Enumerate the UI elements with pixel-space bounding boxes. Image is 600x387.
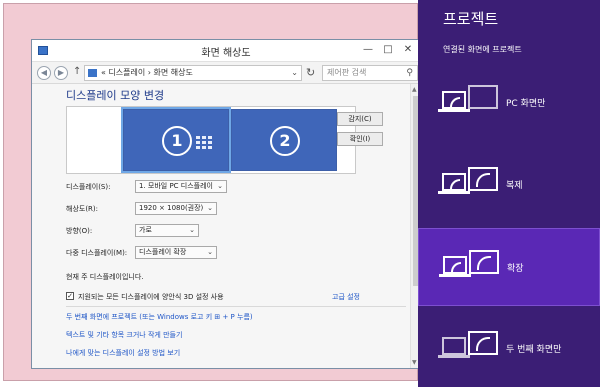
screen-resolution-window: 화면 해상도 — □ ✕ ◀ ▶ ↑ « 디스플레이 › 화면 해상도 ⌄ ↻ … <box>31 39 421 369</box>
display-select-value: 1. 모바일 PC 디스플레이 <box>139 182 213 190</box>
option-extend[interactable]: 확장 <box>418 228 600 306</box>
resolution-label: 해상도(R): <box>66 205 99 213</box>
scroll-down-icon[interactable]: ▼ <box>412 359 417 366</box>
display-help-link[interactable]: 나에게 맞는 디스플레이 설정 방법 보기 <box>66 348 180 358</box>
stereo-3d-checkbox-label: 지원되는 모든 디스플레이에 양안식 3D 설정 사용 <box>78 293 224 301</box>
monitor-1[interactable]: 1 <box>123 109 229 171</box>
start-tiles-icon <box>196 136 218 152</box>
monitor-arrangement: 1 2 <box>66 106 356 174</box>
option-pc-screen-only[interactable]: PC 화면만 <box>418 64 600 142</box>
second-screen-only-icon <box>438 331 502 365</box>
address-field[interactable]: « 디스플레이 › 화면 해상도 ⌄ <box>84 65 302 81</box>
option-label: 확장 <box>507 264 524 274</box>
chevron-down-icon: ⌄ <box>189 226 195 234</box>
address-path: « 디스플레이 › 화면 해상도 <box>101 68 193 77</box>
up-arrow-icon[interactable]: ↑ <box>73 66 81 77</box>
charm-title: 프로젝트 <box>443 10 499 28</box>
pc-screen-only-icon <box>438 85 502 119</box>
option-second-screen-only[interactable]: 두 번째 화면만 <box>418 310 600 387</box>
search-icon[interactable]: ⚲ <box>406 66 413 80</box>
search-input[interactable]: 제어판 검색 ⚲ <box>322 65 418 81</box>
resolution-select[interactable]: 1920 × 1080(권장) ⌄ <box>135 202 217 215</box>
forward-arrow-icon[interactable]: ▶ <box>54 66 68 80</box>
orientation-select-value: 가로 <box>139 226 152 234</box>
orientation-select[interactable]: 가로 ⌄ <box>135 224 199 237</box>
address-bar-row: ◀ ▶ ↑ « 디스플레이 › 화면 해상도 ⌄ ↻ 제어판 검색 ⚲ <box>32 62 420 84</box>
close-button[interactable]: ✕ <box>396 42 420 58</box>
monitor-2[interactable]: 2 <box>231 109 337 171</box>
desktop-background: 화면 해상도 — □ ✕ ◀ ▶ ↑ « 디스플레이 › 화면 해상도 ⌄ ↻ … <box>3 3 421 381</box>
chevron-down-icon: ⌄ <box>207 248 213 256</box>
resolution-select-value: 1920 × 1080(권장) <box>139 204 204 212</box>
detect-button[interactable]: 감지(C) <box>337 112 383 126</box>
search-placeholder: 제어판 검색 <box>327 68 367 77</box>
refresh-icon[interactable]: ↻ <box>306 66 315 79</box>
divider <box>66 306 406 307</box>
maximize-button[interactable]: □ <box>380 42 396 58</box>
multiple-displays-select-value: 디스플레이 확장 <box>139 248 187 256</box>
orientation-label: 방향(O): <box>66 227 93 235</box>
page-title: 디스플레이 모양 변경 <box>66 89 165 102</box>
display-select[interactable]: 1. 모바일 PC 디스플레이 ⌄ <box>135 180 227 193</box>
stereo-3d-checkbox[interactable]: ✓ <box>66 292 74 300</box>
extend-icon <box>439 250 503 284</box>
display-label: 디스플레이(S): <box>66 183 111 191</box>
back-arrow-icon[interactable]: ◀ <box>37 66 51 80</box>
charm-subtitle: 연결된 화면에 프로젝트 <box>443 45 522 54</box>
duplicate-icon <box>438 167 502 201</box>
option-label: 두 번째 화면만 <box>506 345 562 355</box>
text-size-link[interactable]: 텍스트 및 기타 항목 크거나 작게 만들기 <box>66 330 182 340</box>
window-titlebar: 화면 해상도 — □ ✕ <box>32 40 420 62</box>
option-label: PC 화면만 <box>506 99 546 109</box>
monitor-1-number: 1 <box>162 126 192 156</box>
chevron-down-icon: ⌄ <box>217 182 223 190</box>
identify-button[interactable]: 확인(I) <box>337 132 383 146</box>
minimize-button[interactable]: — <box>360 42 376 58</box>
multiple-displays-select[interactable]: 디스플레이 확장 ⌄ <box>135 246 217 259</box>
chevron-down-icon[interactable]: ⌄ <box>291 66 298 80</box>
monitor-2-number: 2 <box>270 126 300 156</box>
option-duplicate[interactable]: 복제 <box>418 146 600 224</box>
project-second-screen-link[interactable]: 두 번째 화면에 프로젝트 (또는 Windows 로고 키 ⊞ + P 누름) <box>66 312 253 322</box>
chevron-down-icon: ⌄ <box>207 204 213 212</box>
project-charm-panel: 프로젝트 연결된 화면에 프로젝트 PC 화면만 복제 확장 두 번째 화면만 <box>418 0 600 387</box>
main-display-note: 현재 주 디스플레이입니다. <box>66 273 144 281</box>
option-label: 복제 <box>506 181 523 191</box>
advanced-settings-link[interactable]: 고급 설정 <box>332 292 360 302</box>
multiple-displays-label: 다중 디스플레이(M): <box>66 249 128 257</box>
display-folder-icon <box>88 69 97 77</box>
scroll-up-icon[interactable]: ▲ <box>412 86 417 93</box>
